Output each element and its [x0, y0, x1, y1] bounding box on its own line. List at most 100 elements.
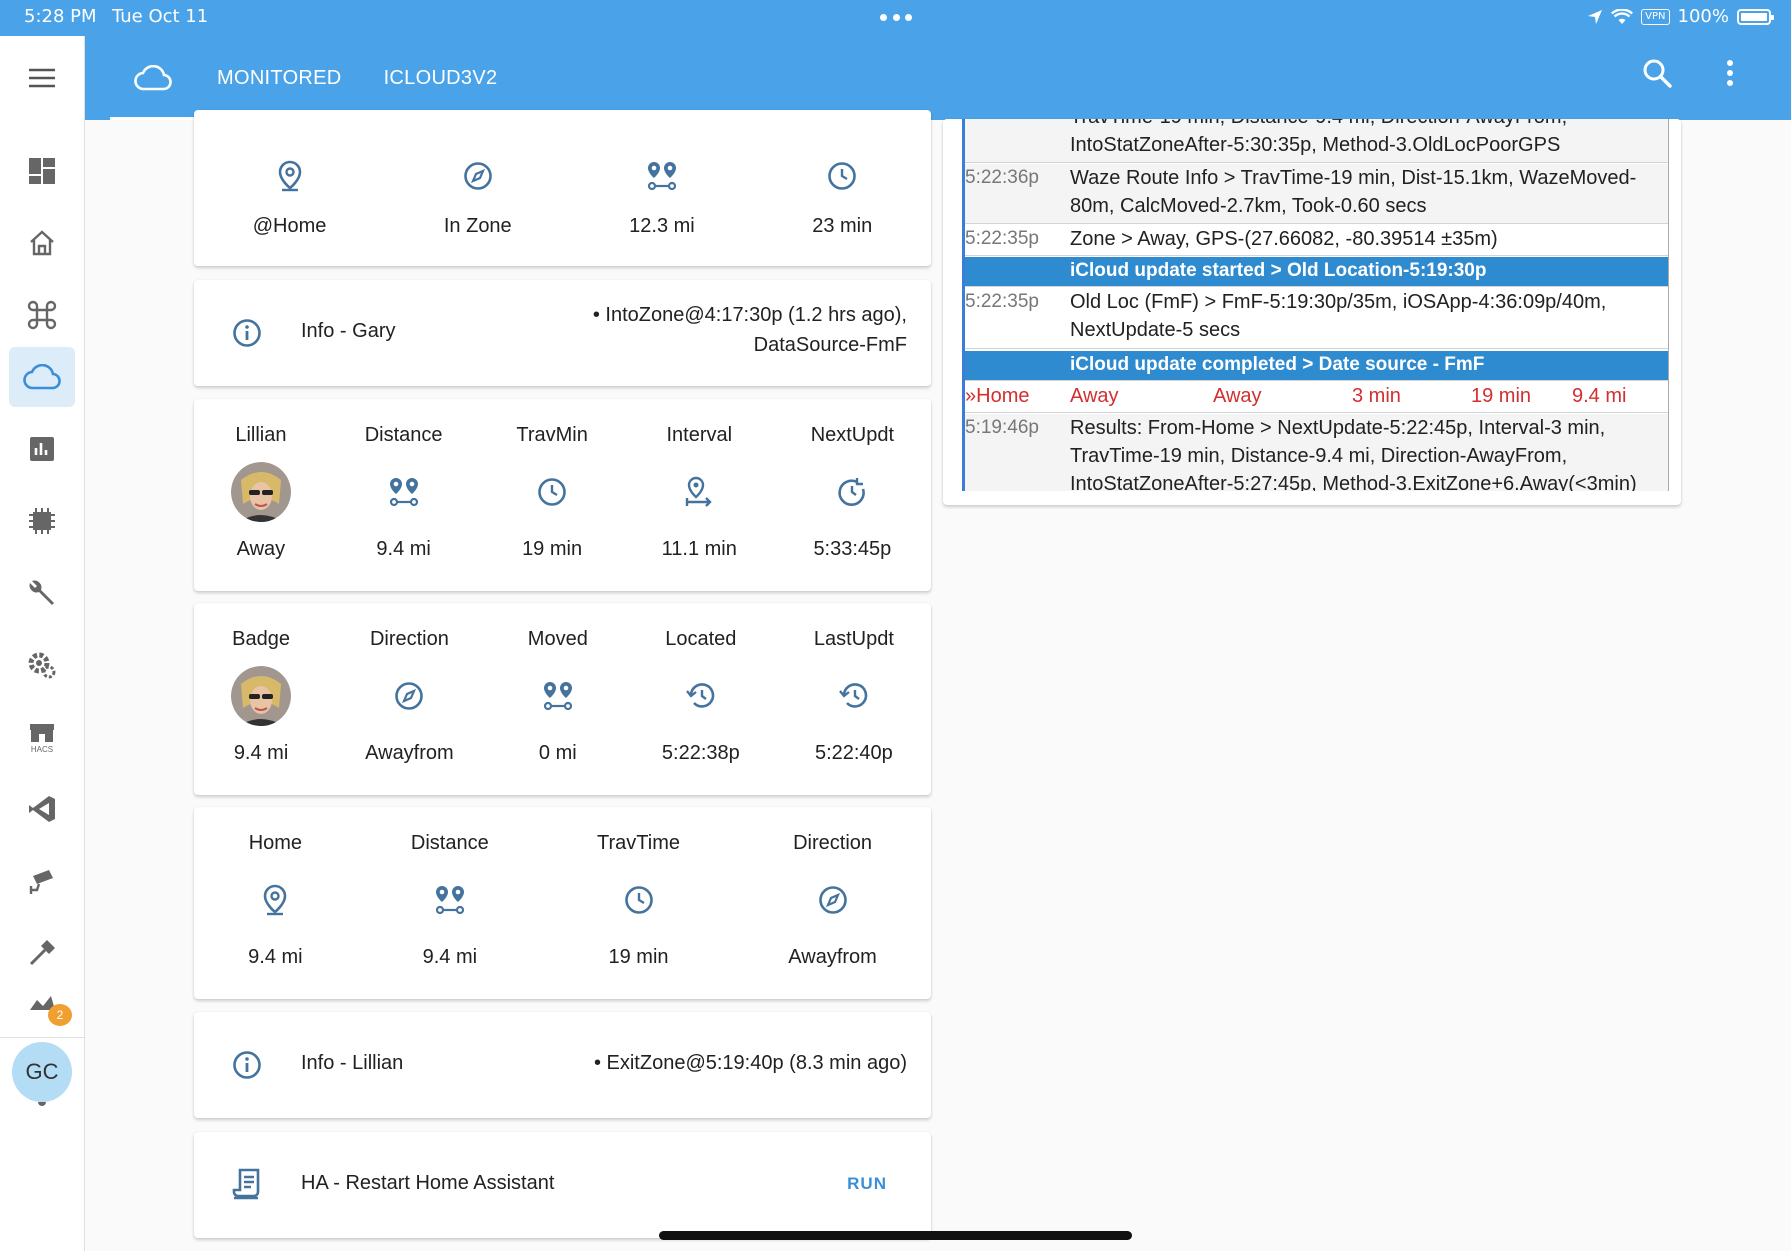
home-label: Home [248, 832, 303, 854]
map-marker-distance-icon [542, 651, 574, 741]
distance-value: 9.4 mi [376, 538, 431, 560]
lillian-moved-cell[interactable]: Moved 0 mi [528, 627, 588, 765]
menu-icon[interactable] [0, 36, 85, 119]
sidebar-item-developer[interactable] [9, 923, 75, 983]
home-indicator[interactable] [659, 1231, 1132, 1240]
sidebar-item-tools[interactable] [9, 563, 75, 623]
wrench-icon [29, 580, 54, 605]
lillian-lastupdt-cell[interactable]: LastUpdt 5:22:40p [814, 627, 894, 765]
lillian-located-cell[interactable]: Located 5:22:38p [662, 627, 740, 765]
compass-icon [818, 855, 848, 945]
gary-state-cell[interactable]: In Zone [444, 146, 512, 238]
clock-icon [624, 855, 654, 945]
log-row: 5:19:46p Results: From-Home > NextUpdate… [965, 414, 1668, 491]
status-right: VPN 100% [1587, 6, 1774, 27]
home-distance-cell[interactable]: Distance 9.4 mi [411, 831, 489, 969]
notification-badge: 2 [48, 1004, 72, 1026]
clock-icon [827, 146, 857, 206]
sidebar-item-history[interactable] [9, 419, 75, 479]
lillian-nextupdt-cell[interactable]: NextUpdt 5:33:45p [811, 423, 894, 561]
log-highlight-row: iCloud update completed > Date source - … [965, 351, 1668, 381]
lillian-badge-cell[interactable]: Badge 9.4 mi [231, 627, 292, 765]
hammer-icon [29, 940, 55, 966]
gary-travtime-cell[interactable]: 23 min [812, 146, 872, 238]
home-direction-cell[interactable]: Direction Awayfrom [788, 831, 877, 969]
hacs-icon: HACS [30, 724, 54, 754]
settings-icon [28, 652, 56, 679]
located-label: Located [665, 628, 737, 650]
gary-zone-cell[interactable]: @Home [253, 146, 326, 238]
moved-label: Moved [527, 628, 588, 650]
tab-monitored[interactable]: MONITORED [196, 36, 363, 120]
map-marker-distance-icon [388, 447, 420, 537]
home-direction-value: Awayfrom [788, 946, 877, 968]
sidebar-item-camera[interactable] [9, 851, 75, 911]
sidebar-item-energy[interactable] [9, 491, 75, 551]
summary-distance: 9.4 mi [1572, 385, 1627, 407]
sidebar-item-overview[interactable] [9, 141, 75, 201]
sidebar-item-settings[interactable] [9, 635, 75, 695]
log-row: 5:22:36p Waze Route Info > TravTime-19 m… [965, 164, 1668, 224]
gary-info-card[interactable]: Info - Gary • IntoZone@4:17:30p (1.2 hrs… [194, 280, 931, 386]
search-icon[interactable] [1642, 58, 1672, 88]
sidebar-item-vscode[interactable] [9, 779, 75, 839]
lillian-name-label: Lillian [235, 424, 287, 446]
lillian-direction-cell[interactable]: Direction Awayfrom [365, 627, 454, 765]
lillian-avatar [230, 447, 291, 537]
command-icon [27, 300, 57, 330]
script-card: HA - Restart Home Assistant RUN [194, 1132, 931, 1238]
sidebar-item-command[interactable] [9, 285, 75, 345]
lillian-travmin-cell[interactable]: TravMin 19 min [516, 423, 587, 561]
log-time: 5:22:36p [965, 167, 1039, 188]
summary-interval: 3 min [1352, 385, 1401, 407]
gary-travtime-value: 23 min [812, 215, 873, 237]
info-icon [232, 1050, 262, 1080]
lillian-badge-avatar [231, 651, 292, 741]
camera-icon [29, 870, 53, 894]
lillian-distance-cell[interactable]: Distance 9.4 mi [365, 423, 443, 561]
status-time: 5:28 PM [24, 6, 97, 27]
sidebar-item-hacs[interactable]: HACS [9, 707, 75, 767]
distance-label: Distance [364, 424, 443, 446]
home-travtime-label: TravTime [597, 832, 680, 854]
compass-icon [394, 651, 424, 741]
gary-distance-cell[interactable]: 12.3 mi [629, 146, 695, 238]
home-distance-label: Distance [410, 832, 489, 854]
wifi-icon [1611, 8, 1634, 24]
info-icon [232, 318, 262, 348]
direction-value: Awayfrom [365, 742, 454, 764]
lillian-info-card[interactable]: Info - Lillian • ExitZone@5:19:40p (8.3 … [194, 1012, 931, 1118]
summary-from: »Home [965, 385, 1030, 407]
lillian-zone-value: Away [236, 538, 286, 560]
run-button[interactable]: RUN [847, 1174, 887, 1194]
cloud-icon [23, 364, 61, 390]
summary-zone: Away [1070, 385, 1119, 407]
map-marker-icon [262, 855, 288, 945]
lillian-interval-cell[interactable]: Interval 11.1 min [662, 423, 737, 561]
home-cell[interactable]: Home 9.4 mi [248, 831, 302, 969]
moved-value: 0 mi [538, 742, 577, 764]
battery-icon [1737, 8, 1774, 25]
sidebar-item-home[interactable] [9, 213, 75, 273]
log-row: 5:22:35p Old Loc (FmF) > FmF-5:19:30p/35… [965, 288, 1668, 349]
lastupdt-label: LastUpdt [813, 628, 894, 650]
map-marker-distance-icon [434, 855, 466, 945]
vpn-badge: VPN [1641, 8, 1670, 25]
sidebar-item-icloud[interactable] [9, 347, 75, 407]
log-message: iCloud update completed > Date source - … [1070, 354, 1485, 375]
lastupdt-value: 5:22:40p [814, 742, 893, 764]
multitask-dots-icon[interactable] [880, 14, 912, 22]
log-time: 5:22:35p [965, 228, 1039, 249]
avatar[interactable]: GC [12, 1042, 72, 1102]
event-log-scroll[interactable]: TravTime-19 min, Distance-9.4 mi, Direct… [962, 119, 1669, 491]
history-icon [685, 651, 716, 741]
svg-text:HACS: HACS [31, 745, 53, 754]
gary-info-line1: • IntoZone@4:17:30p (1.2 hrs ago), [592, 304, 907, 326]
lillian-zone-cell[interactable]: Lillian Away [230, 423, 291, 561]
tab-cloud[interactable] [110, 36, 196, 120]
direction-label: Direction [369, 628, 449, 650]
tab-icloud3v2[interactable]: ICLOUD3V2 [363, 36, 519, 120]
chip-icon [29, 508, 55, 534]
home-travtime-cell[interactable]: TravTime 19 min [597, 831, 680, 969]
more-vert-icon[interactable] [1720, 58, 1740, 88]
